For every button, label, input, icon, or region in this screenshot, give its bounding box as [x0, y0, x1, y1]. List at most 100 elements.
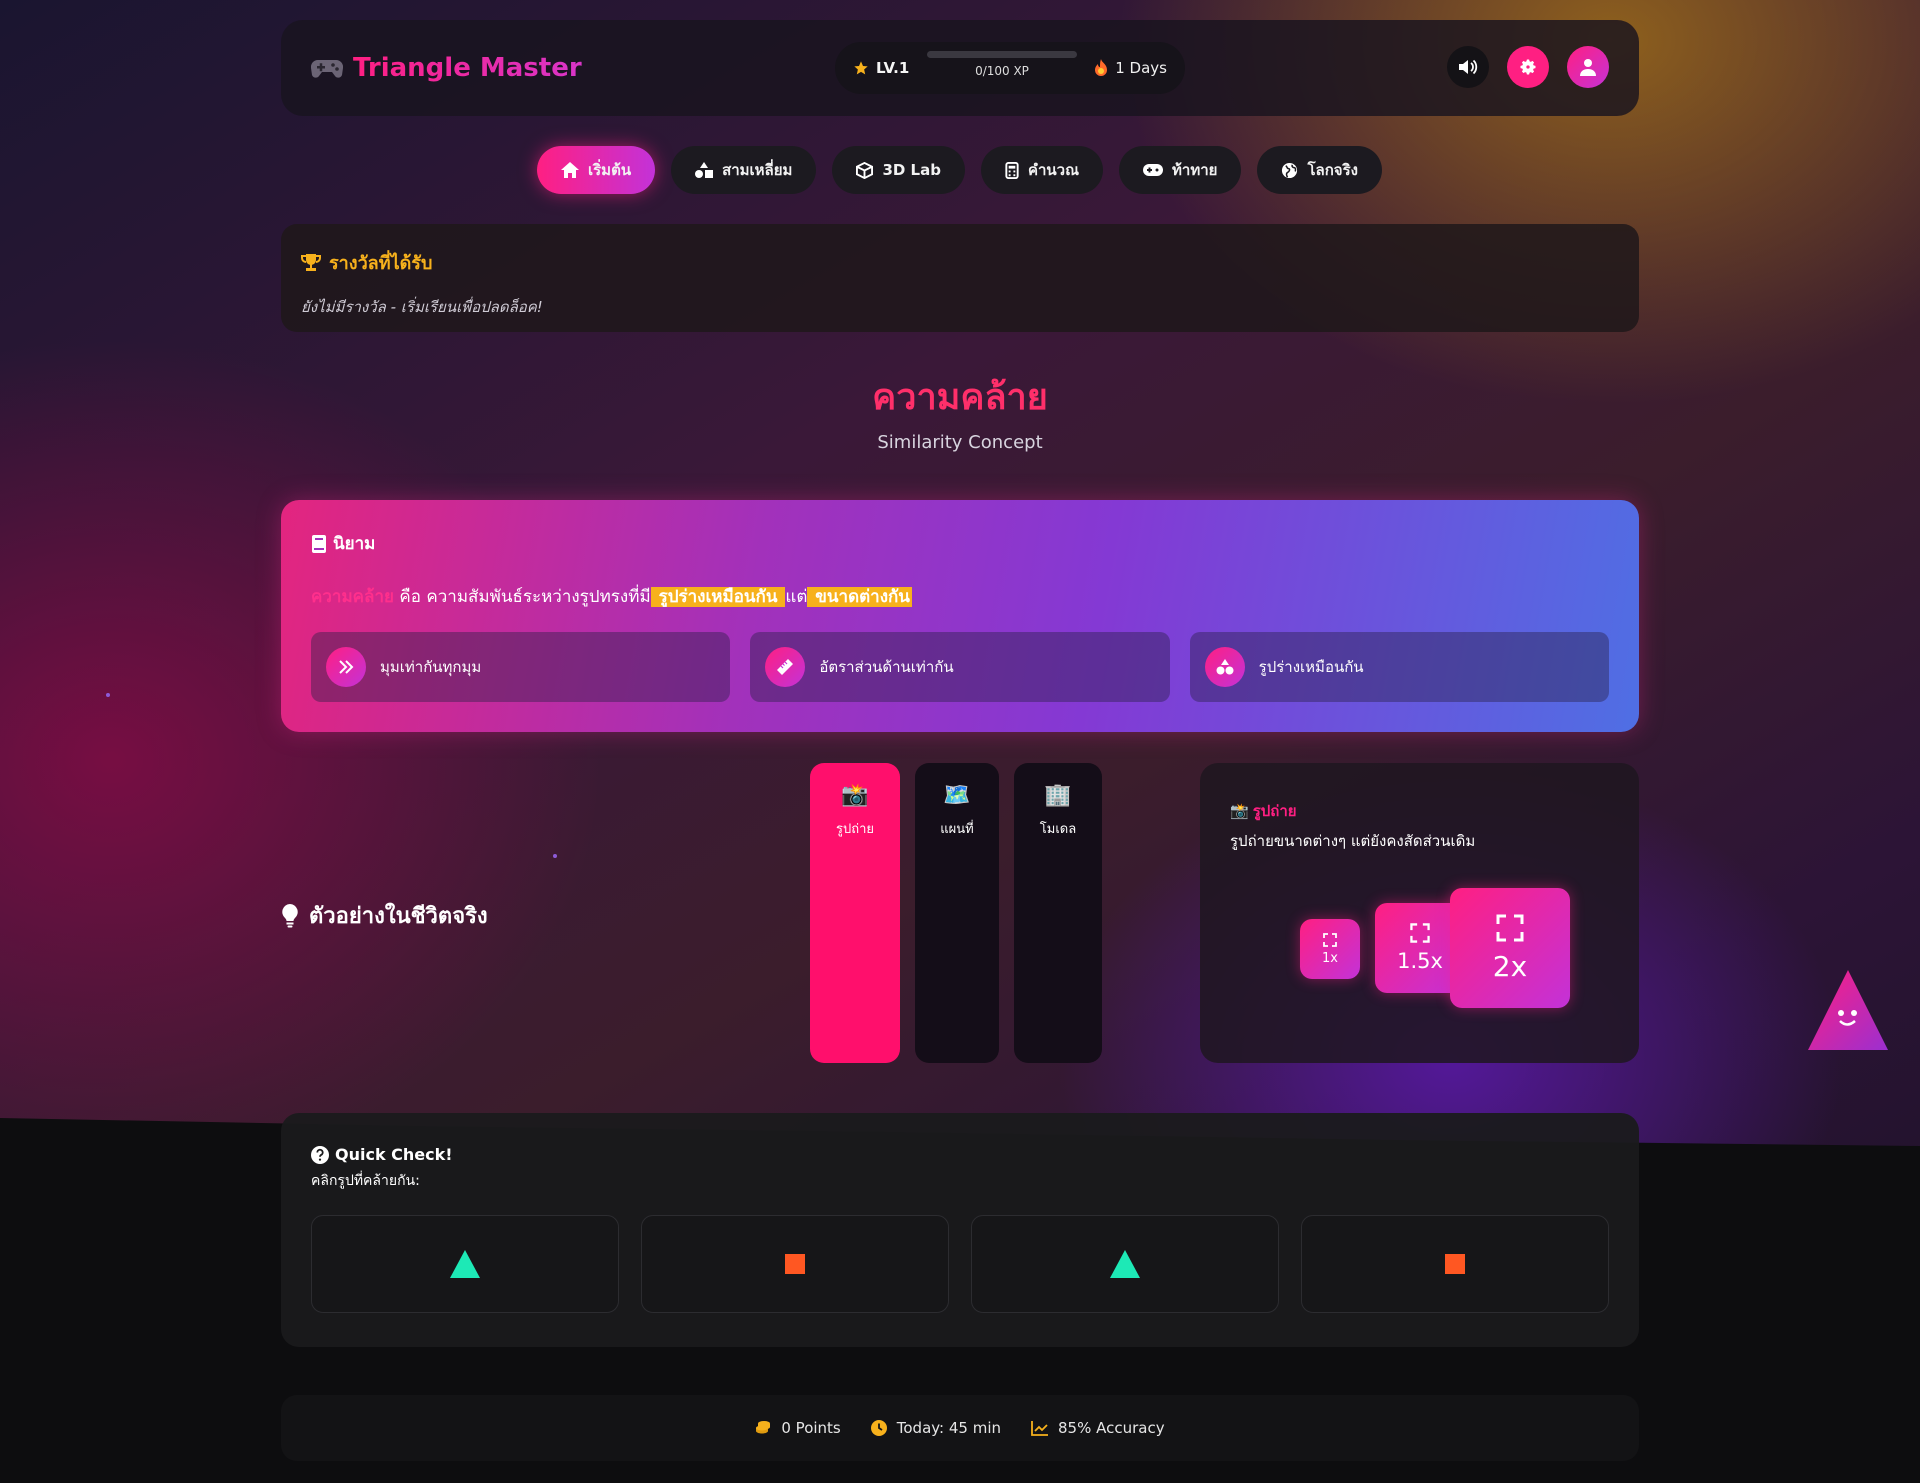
expand-icon — [1323, 932, 1337, 947]
app-header: Triangle Master LV.1 0/100 XP 1 Days — [281, 20, 1639, 116]
speaker-icon — [1459, 59, 1478, 75]
tab-label: คำนวณ — [1027, 161, 1080, 179]
rewards-title: รางวัลที่ได้รับ — [329, 253, 433, 274]
property-item: รูปร่างเหมือนกัน — [1189, 632, 1609, 702]
definition-heading: นิยาม — [311, 530, 1609, 557]
tab-real-world[interactable]: โลกจริง — [1257, 146, 1382, 194]
property-item: มุมเท่ากันทุกมุม — [311, 632, 731, 702]
option-square[interactable] — [1301, 1215, 1609, 1313]
accuracy-stat: 85% Accuracy — [1031, 1419, 1165, 1437]
definition-title: นิยาม — [333, 534, 376, 554]
map-icon: 🗺️ — [943, 783, 971, 808]
category-map[interactable]: 🗺️ แผนที่ — [915, 763, 999, 1063]
app-title: Triangle Master — [353, 53, 582, 83]
definition-text-part: แต่ — [785, 587, 808, 607]
home-icon — [561, 162, 579, 178]
quick-check-panel: Quick Check! คลิกรูปที่คล้ายกัน: — [281, 1113, 1639, 1347]
tab-3d-lab[interactable]: 3D Lab — [832, 146, 965, 194]
scale-label: 1.5x — [1397, 949, 1443, 973]
example-category-tabs: 📸 รูปถ่าย 🗺️ แผนที่ 🏢 โมเดล — [810, 763, 1102, 1063]
category-photo[interactable]: 📸 รูปถ่าย — [810, 763, 900, 1063]
streak-text: 1 Days — [1115, 59, 1167, 77]
level-text: LV.1 — [876, 59, 910, 77]
page-subtitle: Similarity Concept — [877, 432, 1043, 453]
double-chevron-icon — [326, 647, 366, 687]
property-label: รูปร่างเหมือนกัน — [1258, 658, 1364, 676]
example-heading: 📸 รูปถ่าย — [1230, 799, 1609, 823]
accuracy-text: 85% Accuracy — [1058, 1419, 1165, 1437]
category-label: แผนที่ — [940, 822, 974, 837]
lightbulb-icon — [282, 903, 298, 927]
gear-icon — [1520, 59, 1536, 75]
shapes-icon — [695, 162, 714, 178]
tab-triangles[interactable]: สามเหลี่ยม — [671, 146, 817, 194]
expand-icon — [1410, 923, 1430, 943]
tab-home[interactable]: เริ่มต้น — [537, 146, 656, 194]
logo[interactable]: Triangle Master — [311, 53, 582, 83]
tab-challenge[interactable]: ท้าทาย — [1119, 146, 1242, 194]
points-stat: 0 Points — [755, 1419, 841, 1437]
time-text: Today: 45 min — [896, 1419, 1002, 1437]
header-actions — [1447, 46, 1609, 88]
definition-text: ความคล้าย คือ ความสัมพันธ์ระหว่างรูปทรงท… — [311, 583, 1609, 610]
scale-label: 1x — [1322, 950, 1338, 966]
rewards-panel: รางวัลที่ได้รับ ยังไม่มีรางวัล - เริ่มเร… — [281, 224, 1639, 332]
tab-calculate[interactable]: คำนวณ — [980, 146, 1104, 194]
tab-label: ท้าทาย — [1172, 161, 1218, 179]
building-icon: 🏢 — [1044, 783, 1072, 808]
points-text: 0 Points — [781, 1419, 841, 1437]
camera-icon: 📸 — [1230, 802, 1249, 820]
triangle-icon — [1110, 1250, 1140, 1278]
shapes-icon — [1204, 647, 1245, 687]
trophy-icon — [301, 253, 321, 271]
scale-box-1x: 1x — [1300, 919, 1360, 979]
main-nav: เริ่มต้น สามเหลี่ยม 3D Lab คำนวณ ท้าทาย … — [537, 146, 1382, 194]
cube-icon — [856, 161, 874, 179]
scale-box-2x: 2x — [1450, 888, 1570, 1008]
background-sparkle — [106, 693, 110, 697]
tab-label: โลกจริง — [1307, 161, 1358, 179]
property-label: อัตราส่วนด้านเท่ากัน — [819, 658, 954, 676]
property-item: อัตราส่วนด้านเท่ากัน — [750, 632, 1170, 702]
option-triangle[interactable] — [311, 1215, 619, 1313]
definition-term: ความคล้าย — [311, 587, 394, 607]
triangle-icon — [450, 1250, 480, 1278]
gamepad-icon — [311, 59, 343, 78]
xp-text: 0/100 XP — [975, 64, 1029, 78]
square-icon — [785, 1254, 805, 1274]
sound-button[interactable] — [1447, 46, 1489, 88]
coins-icon — [756, 1421, 771, 1434]
quick-check-options — [311, 1215, 1609, 1313]
stats-bar: 0 Points Today: 45 min 85% Accuracy — [281, 1395, 1639, 1461]
time-stat: Today: 45 min — [870, 1419, 1002, 1437]
chart-line-icon — [1031, 1420, 1049, 1436]
fire-icon — [1095, 59, 1108, 76]
square-icon — [1445, 1254, 1465, 1274]
tab-label: 3D Lab — [882, 161, 941, 179]
book-icon — [312, 534, 326, 553]
option-triangle[interactable] — [971, 1215, 1279, 1313]
property-list: มุมเท่ากันทุกมุม อัตราส่วนด้านเท่ากัน รู… — [311, 632, 1609, 702]
real-life-title: ตัวอย่างในชีวิตจริง — [309, 904, 488, 929]
clock-icon — [870, 1420, 887, 1436]
quick-check-heading: Quick Check! — [311, 1145, 1609, 1164]
gamepad-icon — [1143, 164, 1164, 176]
globe-icon — [1282, 162, 1298, 178]
definition-text-part: คือ ความสัมพันธ์ระหว่างรูปทรงที่มี — [393, 587, 651, 607]
xp-meter: 0/100 XP — [927, 51, 1077, 78]
quick-check-title: Quick Check! — [335, 1145, 453, 1164]
category-model[interactable]: 🏢 โมเดล — [1014, 763, 1102, 1063]
tab-label: สามเหลี่ยม — [722, 161, 793, 179]
question-circle-icon — [311, 1145, 329, 1164]
star-icon — [854, 61, 868, 75]
settings-button[interactable] — [1507, 46, 1549, 88]
profile-button[interactable] — [1567, 46, 1609, 88]
level-progress: LV.1 0/100 XP 1 Days — [835, 42, 1185, 94]
calculator-icon — [1005, 161, 1019, 179]
page-title: ความคล้าย — [872, 377, 1048, 418]
definition-highlight: ขนาดต่างกัน — [807, 587, 912, 607]
triangle-mascot[interactable] — [1808, 968, 1888, 1052]
option-square[interactable] — [641, 1215, 949, 1313]
camera-icon: 📸 — [841, 783, 869, 808]
example-title: รูปถ่าย — [1252, 802, 1297, 820]
